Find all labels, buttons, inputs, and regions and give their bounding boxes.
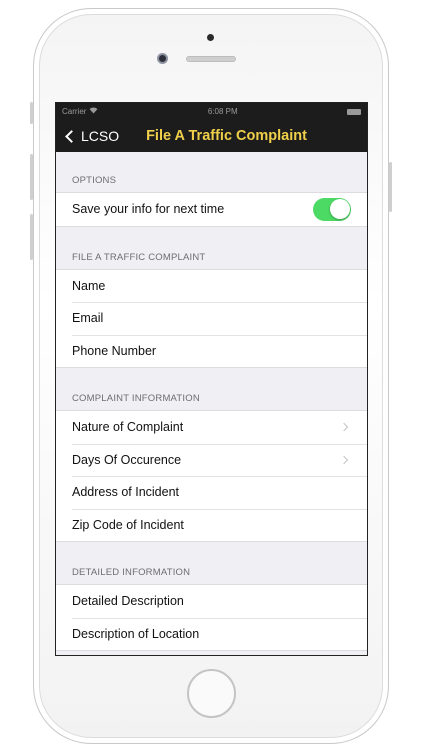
- chevron-right-icon: [339, 423, 349, 432]
- save-info-row: Save your info for next time: [56, 193, 367, 226]
- volume-up-button: [30, 154, 33, 200]
- days-of-occurence-row[interactable]: Days Of Occurence: [56, 443, 367, 477]
- days-of-occurence-label: Days Of Occurence: [72, 452, 182, 467]
- name-field[interactable]: Name: [56, 270, 367, 303]
- address-of-incident-label: Address of Incident: [72, 485, 180, 500]
- section-header-options: OPTIONS: [72, 175, 117, 186]
- save-info-toggle[interactable]: [313, 197, 351, 221]
- detailed-description-label: Detailed Description: [72, 594, 184, 609]
- email-label: Email: [72, 311, 104, 326]
- carrier-label: Carrier: [62, 107, 87, 116]
- toggle-knob: [329, 199, 350, 220]
- chevron-right-icon: [339, 455, 349, 464]
- nature-of-complaint-row[interactable]: Nature of Complaint: [56, 411, 367, 444]
- detailed-description-field[interactable]: Detailed Description: [56, 585, 367, 618]
- nature-of-complaint-label: Nature of Complaint: [72, 420, 184, 435]
- proximity-sensor: [207, 34, 214, 41]
- options-group: Save your info for next time: [56, 192, 367, 227]
- zip-code-label: Zip Code of Incident: [72, 517, 184, 532]
- complaint-group: Nature of Complaint Days Of Occurence Ad…: [56, 410, 367, 542]
- page-title: File A Traffic Complaint: [146, 128, 307, 144]
- detailed-group: Detailed Description Description of Loca…: [56, 584, 367, 651]
- power-button: [389, 162, 392, 212]
- section-header-complaint-information: COMPLAINT INFORMATION: [72, 393, 200, 404]
- front-camera: [157, 53, 168, 64]
- volume-down-button: [30, 214, 33, 260]
- mute-switch: [30, 102, 33, 124]
- zip-code-field[interactable]: Zip Code of Incident: [56, 508, 367, 542]
- section-header-detailed-information: DETAILED INFORMATION: [72, 567, 191, 578]
- battery-icon: [347, 108, 361, 115]
- description-of-location-field[interactable]: Description of Location: [56, 617, 367, 651]
- phone-number-field[interactable]: Phone Number: [56, 334, 367, 368]
- status-time: 6:08 PM: [207, 107, 238, 116]
- description-of-location-label: Description of Location: [72, 626, 200, 641]
- status-bar: Carrier 6:08 PM: [56, 103, 367, 120]
- address-of-incident-field[interactable]: Address of Incident: [56, 476, 367, 509]
- app-screen: Carrier 6:08 PM LCSO File A Traffic Comp…: [55, 102, 368, 656]
- wifi-icon: [89, 107, 98, 116]
- contact-group: Name Email Phone Number: [56, 268, 367, 368]
- phone-number-label: Phone Number: [72, 343, 157, 358]
- section-header-file-complaint: FILE A TRAFFIC COMPLAINT: [72, 251, 206, 263]
- earpiece-speaker: [186, 56, 236, 62]
- home-button[interactable]: [187, 669, 236, 718]
- email-field[interactable]: Email: [56, 302, 367, 335]
- save-info-label: Save your info for next time: [72, 202, 225, 217]
- name-label: Name: [72, 278, 106, 293]
- navigation-bar: LCSO File A Traffic Complaint: [56, 120, 367, 152]
